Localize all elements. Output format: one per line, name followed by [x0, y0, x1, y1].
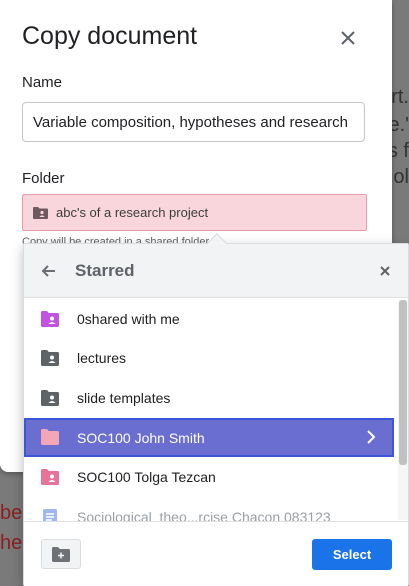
list-item[interactable]: Sociological_theo...rcise Chacon 083123	[24, 499, 394, 521]
folder-list: 0shared with me lectures slide templates	[24, 299, 394, 521]
list-item[interactable]: slide templates	[24, 380, 394, 416]
folder-label: Folder	[22, 170, 65, 187]
folder-select[interactable]: abc's of a research project	[22, 194, 367, 231]
new-folder-button[interactable]	[41, 539, 81, 569]
picker-close-button[interactable]	[376, 262, 394, 280]
name-label: Name	[22, 74, 63, 91]
select-button[interactable]: Select	[312, 539, 392, 570]
background-text: rt.	[391, 86, 409, 108]
list-item-label: 0shared with me	[77, 311, 180, 327]
scrollbar[interactable]	[398, 300, 408, 520]
close-icon	[380, 266, 390, 276]
list-item-label: lectures	[77, 350, 127, 366]
list-item[interactable]: 0shared with me	[24, 301, 394, 337]
picker-title: Starred	[75, 261, 135, 280]
folder-picker: Starred 0shared with me lectures slide t…	[23, 233, 409, 586]
close-icon	[341, 31, 355, 45]
doc-icon	[43, 509, 57, 521]
shared-folder-icon	[41, 390, 59, 406]
shared-folder-icon	[41, 350, 59, 366]
scrollbar-thumb[interactable]	[399, 300, 407, 465]
chevron-right-icon[interactable]	[364, 429, 378, 445]
list-item-label: slide templates	[77, 390, 171, 406]
arrow-left-icon	[41, 265, 55, 277]
picker-header: Starred	[24, 244, 408, 298]
dialog-title: Copy document	[22, 22, 198, 50]
new-folder-icon	[52, 546, 70, 562]
background-text: he	[0, 532, 23, 554]
list-item-label: Sociological_theo...rcise Chacon 083123	[77, 509, 331, 521]
list-item-label: SOC100 John Smith	[77, 429, 205, 446]
back-button[interactable]	[38, 260, 60, 282]
close-button[interactable]	[336, 26, 360, 50]
shared-folder-icon	[41, 469, 59, 485]
list-item-selected[interactable]: SOC100 John Smith	[24, 418, 394, 457]
list-item-label: SOC100 Tolga Tezcan	[77, 469, 216, 485]
picker-footer: Select	[24, 521, 408, 586]
shared-folder-icon	[41, 311, 59, 327]
background-text: ol	[393, 166, 409, 188]
shared-folder-icon	[33, 206, 48, 219]
folder-select-label: abc's of a research project	[56, 205, 209, 220]
list-item[interactable]: SOC100 Tolga Tezcan	[24, 459, 394, 495]
folder-icon	[41, 429, 59, 445]
name-input[interactable]	[22, 102, 365, 142]
list-item[interactable]: lectures	[24, 340, 394, 376]
